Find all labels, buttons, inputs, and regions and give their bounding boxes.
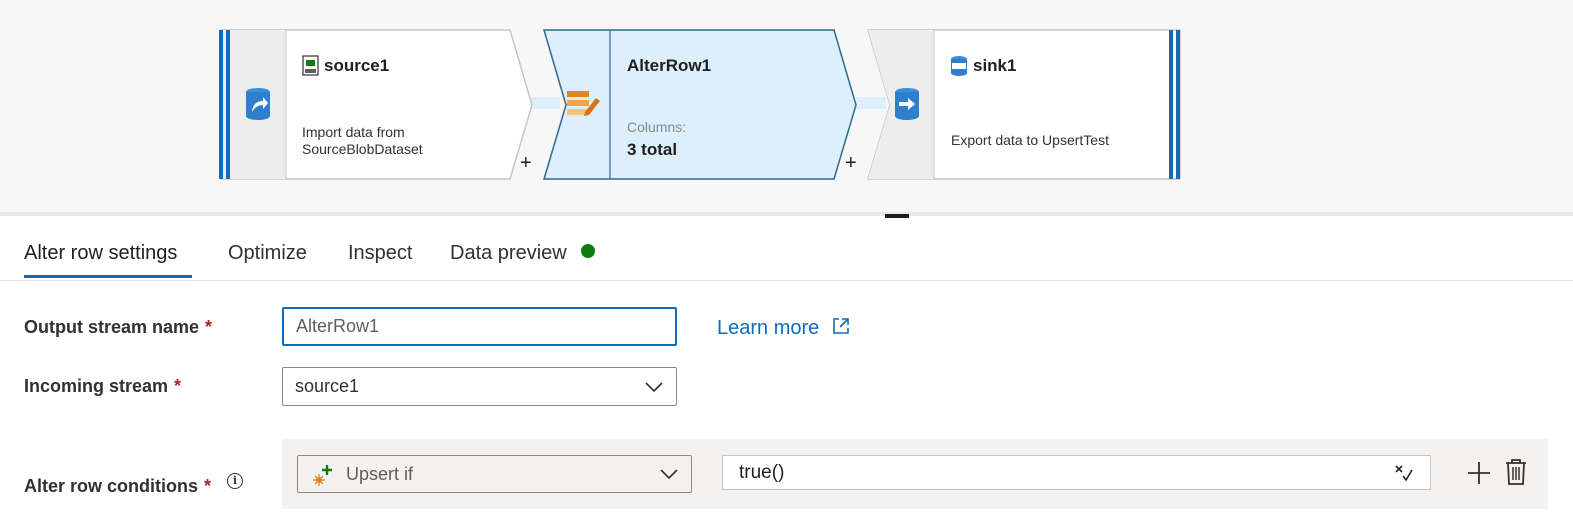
sink-stream-icon bbox=[895, 88, 919, 120]
incoming-stream-select[interactable]: source1 bbox=[282, 367, 677, 406]
settings-tabs: Alter row settings Optimize Inspect Data… bbox=[0, 236, 1573, 281]
tab-data-preview-label: Data preview bbox=[450, 242, 567, 264]
source-node-description: Import data from SourceBlobDataset bbox=[302, 124, 423, 158]
required-mark: * bbox=[174, 376, 182, 396]
add-transform-after-alter-button[interactable]: + bbox=[845, 153, 857, 173]
learn-more-text: Learn more bbox=[717, 317, 820, 339]
alter-row-conditions-label-text: Alter row conditions bbox=[24, 476, 199, 496]
tab-data-preview[interactable]: Data preview bbox=[450, 242, 595, 265]
expression-builder-icon[interactable] bbox=[1394, 463, 1414, 483]
chevron-down-icon bbox=[660, 469, 678, 480]
tab-alter-row-settings[interactable]: Alter row settings bbox=[24, 242, 177, 265]
condition-expression-value: true() bbox=[739, 461, 785, 483]
external-link-icon bbox=[833, 318, 849, 334]
output-stream-name-input[interactable] bbox=[282, 307, 677, 346]
sink-node[interactable] bbox=[866, 29, 1181, 180]
connector-source-alter bbox=[530, 97, 560, 109]
upsert-icon bbox=[313, 465, 332, 486]
output-stream-label: Output stream name * bbox=[24, 317, 212, 338]
condition-type-select[interactable]: Upsert if bbox=[297, 455, 692, 493]
active-tab-indicator bbox=[24, 275, 192, 278]
source-desc-line2: SourceBlobDataset bbox=[302, 141, 423, 157]
status-ok-icon bbox=[580, 244, 595, 258]
sink-node-description: Export data to UpsertTest bbox=[951, 132, 1109, 148]
alter-row-node[interactable] bbox=[542, 29, 857, 180]
incoming-stream-label: Incoming stream * bbox=[24, 376, 181, 397]
add-transform-after-source-button[interactable]: + bbox=[520, 153, 532, 173]
required-mark: * bbox=[205, 317, 213, 337]
source-desc-line1: Import data from bbox=[302, 124, 405, 140]
chevron-down-icon bbox=[645, 381, 663, 392]
sink-node-title: sink1 bbox=[973, 56, 1017, 75]
csv-file-icon bbox=[302, 55, 319, 76]
condition-expression-input[interactable]: true() bbox=[722, 455, 1431, 490]
output-stream-label-text: Output stream name bbox=[24, 317, 200, 337]
alter-node-columns-label: Columns: bbox=[627, 119, 687, 135]
incoming-stream-label-text: Incoming stream bbox=[24, 376, 169, 396]
source-node-title: source1 bbox=[324, 56, 390, 75]
required-mark: * bbox=[204, 476, 212, 496]
connector-alter-sink bbox=[856, 97, 886, 109]
condition-type-value: Upsert if bbox=[346, 463, 414, 484]
tab-optimize[interactable]: Optimize bbox=[228, 242, 307, 265]
incoming-stream-value: source1 bbox=[295, 376, 360, 396]
source-stream-icon bbox=[246, 88, 270, 120]
flow-diagram bbox=[219, 29, 1181, 180]
alter-node-columns-total: 3 total bbox=[627, 140, 678, 159]
info-icon[interactable]: i bbox=[227, 473, 243, 489]
alter-node-title: AlterRow1 bbox=[627, 56, 712, 75]
add-condition-icon[interactable] bbox=[1466, 460, 1492, 486]
canvas-divider bbox=[0, 212, 1573, 216]
alter-row-conditions-label: Alter row conditions * bbox=[24, 476, 211, 497]
delete-condition-icon[interactable] bbox=[1504, 458, 1528, 486]
tab-inspect[interactable]: Inspect bbox=[348, 242, 412, 265]
resize-handle[interactable] bbox=[885, 214, 909, 218]
learn-more-link[interactable]: Learn more bbox=[717, 316, 851, 340]
sql-database-icon bbox=[951, 56, 967, 76]
